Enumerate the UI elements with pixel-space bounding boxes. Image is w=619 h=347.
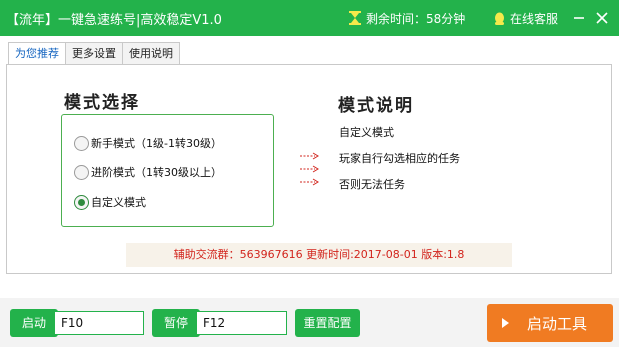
pause-button[interactable]: 暂停 xyxy=(152,309,200,337)
radio-label: 自定义模式 xyxy=(91,196,146,209)
tab-bar: 为您推荐 更多设置 使用说明 xyxy=(8,42,180,65)
radio-button[interactable] xyxy=(74,164,89,180)
play-icon xyxy=(502,318,509,328)
hourglass-icon xyxy=(349,11,361,25)
info-bar: 辅助交流群：563967616 更新时间:2017-08-01 版本:1.8 xyxy=(126,243,512,267)
online-service-link[interactable]: 在线客服 xyxy=(493,10,558,27)
arrow-right-icon xyxy=(300,165,319,173)
arrow-right-icon xyxy=(300,178,319,186)
radio-label: 进阶模式（1转30级以上） xyxy=(91,166,222,179)
start-hotkey-field[interactable]: F10 xyxy=(54,311,144,335)
start-button[interactable]: 启动 xyxy=(10,309,58,337)
tab-instructions[interactable]: 使用说明 xyxy=(122,42,180,65)
radio-custom-mode[interactable]: 自定义模式 xyxy=(74,194,146,210)
minimize-icon[interactable] xyxy=(569,8,589,28)
remaining-time: 剩余时间：58分钟 xyxy=(349,10,465,27)
radio-advanced-mode[interactable]: 进阶模式（1转30级以上） xyxy=(74,164,222,180)
radio-label: 新手模式（1级-1转30级） xyxy=(91,137,222,150)
launch-tool-label: 启动工具 xyxy=(527,315,588,333)
remaining-time-text: 剩余时间：58分钟 xyxy=(366,12,466,26)
chat-penguin-icon xyxy=(495,12,504,25)
mode-select-heading: 模式选择 xyxy=(64,93,140,113)
online-service-label: 在线客服 xyxy=(510,12,559,26)
mode-desc-heading: 模式说明 xyxy=(338,96,414,116)
reset-config-button[interactable]: 重置配置 xyxy=(295,309,360,337)
pause-hotkey-field[interactable]: F12 xyxy=(196,311,287,335)
radio-button-checked[interactable] xyxy=(74,194,89,210)
mode-desc-line: 否则无法任务 xyxy=(339,178,405,191)
title-bar: 【流年】一键急速练号|高效稳定V1.0 剩余时间：58分钟 在线客服 xyxy=(0,0,619,36)
tab-recommend[interactable]: 为您推荐 xyxy=(8,42,66,65)
app-title: 【流年】一键急速练号|高效稳定V1.0 xyxy=(6,13,222,28)
mode-desc-line: 自定义模式 xyxy=(339,126,394,139)
tab-more-settings[interactable]: 更多设置 xyxy=(65,42,123,65)
radio-button[interactable] xyxy=(74,135,89,151)
arrow-right-icon xyxy=(300,152,319,160)
close-icon[interactable] xyxy=(592,8,612,28)
launch-tool-button[interactable]: 启动工具 xyxy=(487,304,613,342)
mode-desc-line: 玩家自行勾选相应的任务 xyxy=(339,152,460,165)
radio-beginner-mode[interactable]: 新手模式（1级-1转30级） xyxy=(74,135,222,151)
